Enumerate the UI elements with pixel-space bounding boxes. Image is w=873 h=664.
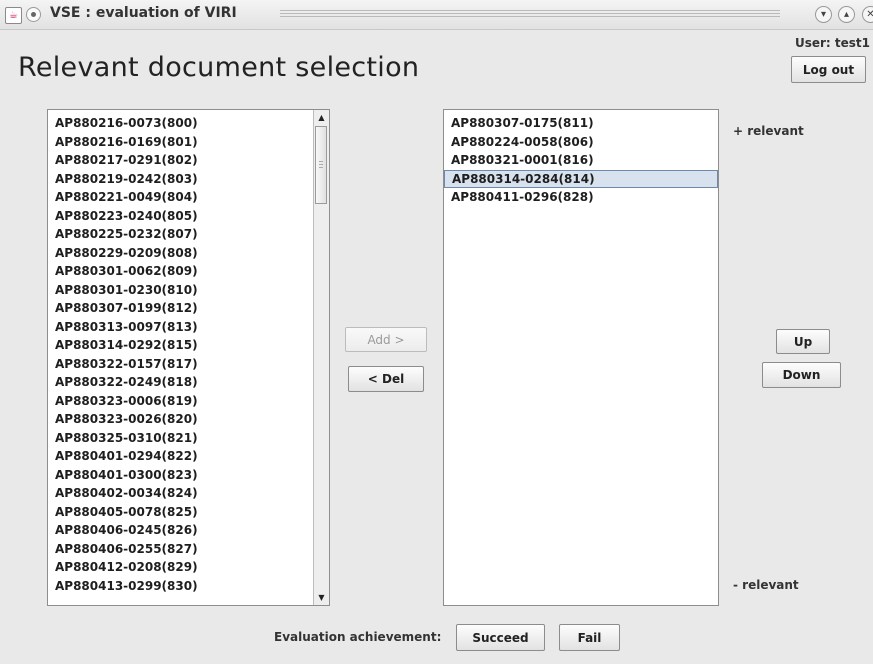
- list-item[interactable]: AP880401-0294(822): [48, 447, 329, 466]
- list-item[interactable]: AP880322-0157(817): [48, 355, 329, 374]
- window-titlebar: ☕ VSE : evaluation of VIRI ▾ ▴ ✕: [0, 0, 873, 30]
- list-item[interactable]: AP880323-0026(820): [48, 410, 329, 429]
- evaluation-label: Evaluation achievement:: [274, 630, 442, 644]
- list-item[interactable]: AP880322-0249(818): [48, 373, 329, 392]
- list-item[interactable]: AP880216-0169(801): [48, 133, 329, 152]
- list-item[interactable]: AP880325-0310(821): [48, 429, 329, 448]
- window-title: VSE : evaluation of VIRI: [50, 5, 237, 21]
- page-title: Relevant document selection: [18, 52, 420, 83]
- close-icon[interactable]: ✕: [862, 6, 873, 23]
- logout-button[interactable]: Log out: [791, 56, 866, 83]
- available-documents-scrollbar[interactable]: ▲ ▼: [313, 110, 329, 605]
- relevant-documents-items: AP880307-0175(811) AP880224-0058(806) AP88…: [444, 114, 718, 207]
- list-item[interactable]: AP880401-0300(823): [48, 466, 329, 485]
- list-item[interactable]: AP880307-0175(811): [444, 114, 718, 133]
- user-label: User: test1: [794, 36, 870, 50]
- list-item[interactable]: AP880402-0034(824): [48, 484, 329, 503]
- list-item[interactable]: AP880224-0058(806): [444, 133, 718, 152]
- relevant-documents-list[interactable]: AP880307-0175(811) AP880224-0058(806) AP88…: [443, 109, 719, 606]
- list-item[interactable]: AP880323-0006(819): [48, 392, 329, 411]
- delete-button[interactable]: < Del: [348, 366, 424, 392]
- list-item[interactable]: AP880301-0062(809): [48, 262, 329, 281]
- add-button[interactable]: Add >: [345, 327, 427, 352]
- minimize-icon[interactable]: ▾: [815, 6, 832, 23]
- fail-button[interactable]: Fail: [559, 624, 620, 651]
- scroll-down-icon[interactable]: ▼: [314, 590, 329, 605]
- available-documents-list[interactable]: AP880216-0073(800) AP880216-0169(801) AP88…: [47, 109, 330, 606]
- down-button[interactable]: Down: [762, 362, 841, 388]
- list-item[interactable]: AP880313-0097(813): [48, 318, 329, 337]
- list-item[interactable]: AP880219-0242(803): [48, 170, 329, 189]
- list-item[interactable]: AP880307-0199(812): [48, 299, 329, 318]
- list-item[interactable]: AP880314-0284(814): [444, 169, 718, 188]
- list-item[interactable]: AP880321-0001(816): [444, 151, 718, 170]
- list-item[interactable]: AP880221-0049(804): [48, 188, 329, 207]
- list-item[interactable]: AP880413-0299(830): [48, 577, 329, 596]
- titlebar-decoration: [280, 10, 780, 19]
- list-item[interactable]: AP880405-0078(825): [48, 503, 329, 522]
- list-item[interactable]: AP880412-0208(829): [48, 558, 329, 577]
- more-relevant-label: + relevant: [733, 124, 804, 138]
- scroll-up-icon[interactable]: ▲: [314, 110, 329, 125]
- list-item[interactable]: AP880314-0292(815): [48, 336, 329, 355]
- list-item[interactable]: AP880223-0240(805): [48, 207, 329, 226]
- less-relevant-label: - relevant: [733, 578, 799, 592]
- maximize-icon[interactable]: ▴: [838, 6, 855, 23]
- list-item[interactable]: AP880229-0209(808): [48, 244, 329, 263]
- up-button[interactable]: Up: [776, 329, 830, 354]
- window-menu-icon[interactable]: [26, 7, 41, 22]
- list-item[interactable]: AP880216-0073(800): [48, 114, 329, 133]
- list-item[interactable]: AP880225-0232(807): [48, 225, 329, 244]
- scroll-thumb[interactable]: [315, 126, 327, 204]
- succeed-button[interactable]: Succeed: [456, 624, 545, 651]
- list-item[interactable]: AP880406-0245(826): [48, 521, 329, 540]
- list-item[interactable]: AP880406-0255(827): [48, 540, 329, 559]
- java-app-icon[interactable]: ☕: [5, 7, 22, 24]
- available-documents-items: AP880216-0073(800) AP880216-0169(801) AP88…: [48, 114, 329, 595]
- list-item[interactable]: AP880301-0230(810): [48, 281, 329, 300]
- list-item[interactable]: AP880411-0296(828): [444, 188, 718, 207]
- list-item[interactable]: AP880217-0291(802): [48, 151, 329, 170]
